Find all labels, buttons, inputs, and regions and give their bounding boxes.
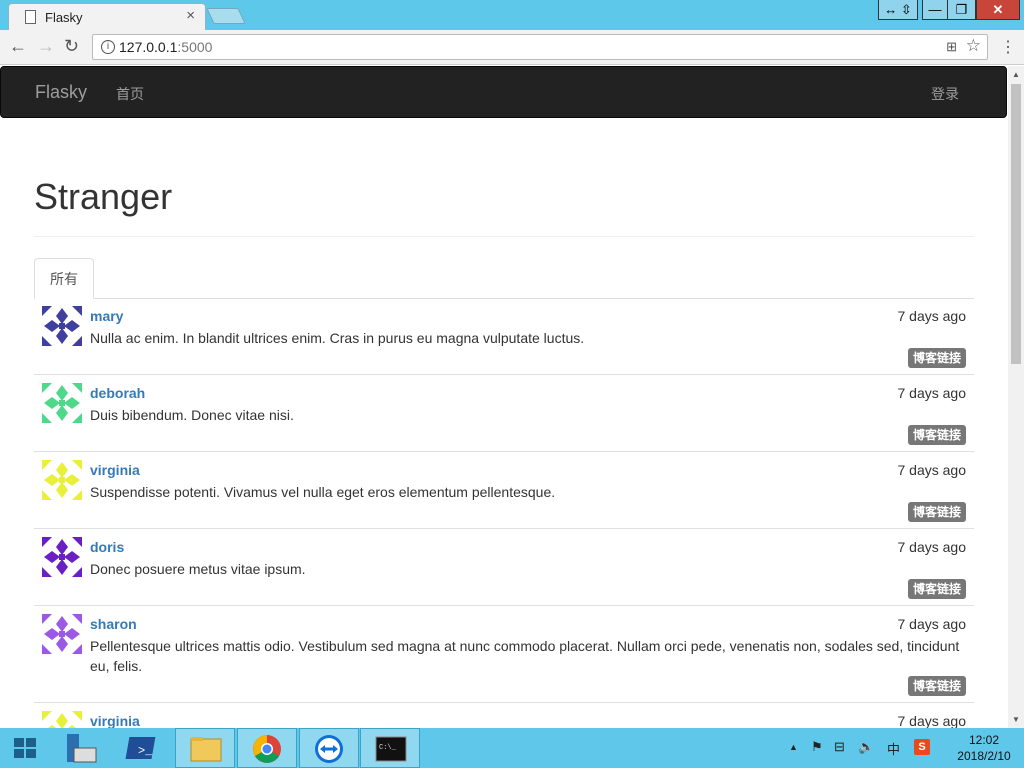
post-item: mary 7 days ago Nulla ac enim. In blandit … bbox=[34, 298, 974, 375]
start-button[interactable] bbox=[0, 728, 50, 768]
volume-icon[interactable]: 🔈 bbox=[858, 739, 874, 755]
teamviewer-icon[interactable] bbox=[299, 728, 359, 768]
post-item: doris 7 days ago Donec posuere metus vitae… bbox=[34, 529, 974, 606]
avatar[interactable] bbox=[42, 460, 82, 500]
forward-arrow-icon[interactable]: → bbox=[37, 36, 55, 57]
minimize-button[interactable]: — bbox=[922, 0, 948, 20]
page-scrollbar[interactable]: ▲ ▼ bbox=[1008, 66, 1024, 728]
back-arrow-icon[interactable]: ← bbox=[9, 36, 27, 57]
post-body: Pellentesque ultrices mattis odio. Vesti… bbox=[90, 638, 960, 674]
clock-date: 2018/2/10 bbox=[957, 749, 1011, 763]
new-tab-button[interactable] bbox=[206, 8, 246, 24]
command-prompt-icon[interactable]: C:\_ bbox=[360, 728, 420, 768]
system-clock[interactable]: 12:02 2018/2/10 bbox=[944, 732, 1024, 764]
network-icon[interactable]: ⊟ bbox=[834, 739, 845, 755]
url-text[interactable]: 127.0.0.1:5000 bbox=[119, 39, 212, 55]
translate-icon[interactable]: ⊞ bbox=[946, 39, 957, 55]
svg-text:>_: >_ bbox=[138, 744, 153, 758]
post-item: sharon 7 days ago Pellentesque ultrices ma… bbox=[34, 606, 974, 703]
close-window-button[interactable]: ✕ bbox=[976, 0, 1020, 20]
sogou-ime-icon[interactable]: S bbox=[914, 739, 930, 755]
post-body: Duis bibendum. Donec vitae nisi. bbox=[90, 407, 294, 423]
ime-indicator[interactable]: 中 bbox=[887, 739, 900, 758]
post-date: 7 days ago bbox=[897, 462, 967, 478]
avatar[interactable] bbox=[42, 614, 82, 654]
page-title: Stranger bbox=[34, 176, 173, 217]
post-link-badge[interactable]: 博客链接 bbox=[907, 579, 966, 599]
windows-logo-icon bbox=[14, 738, 36, 758]
info-icon[interactable]: i bbox=[101, 40, 115, 54]
avatar[interactable] bbox=[42, 711, 82, 728]
post-item: virginia 7 days ago bbox=[34, 703, 974, 728]
page-icon bbox=[25, 10, 36, 24]
avatar[interactable] bbox=[42, 306, 82, 346]
post-author-link[interactable]: virginia bbox=[90, 462, 140, 478]
server-manager-icon[interactable] bbox=[52, 728, 112, 768]
browser-toolbar: ← → ↻ i 127.0.0.1:5000 ⊞ ☆ ⋮ bbox=[0, 30, 1024, 65]
post-author-link[interactable]: doris bbox=[90, 539, 124, 555]
post-body: Nulla ac enim. In blandit ultrices enim.… bbox=[90, 330, 585, 346]
post-link-badge[interactable]: 博客链接 bbox=[907, 348, 966, 368]
post-date: 7 days ago bbox=[897, 308, 967, 324]
page-viewport: Flasky 首页 登录 Stranger 所有 mary 7 days ago N… bbox=[0, 66, 1008, 728]
post-author-link[interactable]: mary bbox=[90, 308, 123, 324]
tab-close-icon[interactable]: × bbox=[186, 7, 195, 24]
tab-title: Flasky bbox=[45, 10, 83, 25]
window-title-bar: Flasky × ↔ ⇳ — ❐ ✕ bbox=[0, 0, 1024, 30]
post-author-link[interactable]: sharon bbox=[90, 616, 137, 632]
browser-menu-icon[interactable]: ⋮ bbox=[1000, 37, 1016, 57]
maximize-button[interactable]: ❐ bbox=[948, 0, 976, 20]
svg-text:C:\_: C:\_ bbox=[379, 744, 397, 752]
post-link-badge[interactable]: 博客链接 bbox=[907, 676, 966, 696]
post-date: 7 days ago bbox=[897, 616, 967, 632]
post-date: 7 days ago bbox=[897, 539, 967, 555]
nav-home-link[interactable]: 首页 bbox=[116, 84, 144, 104]
clock-time: 12:02 bbox=[968, 733, 1000, 747]
action-center-flag-icon[interactable]: ⚑ bbox=[811, 739, 823, 755]
post-link-badge[interactable]: 博客链接 bbox=[907, 502, 966, 522]
post-author-link[interactable]: virginia bbox=[90, 713, 140, 728]
scrollbar-thumb[interactable] bbox=[1011, 84, 1021, 364]
tab-all[interactable]: 所有 bbox=[34, 258, 94, 299]
avatar[interactable] bbox=[42, 383, 82, 423]
url-port: :5000 bbox=[177, 39, 213, 55]
post-body: Suspendisse potenti. Vivamus vel nulla e… bbox=[90, 484, 556, 500]
post-author-link[interactable]: deborah bbox=[90, 385, 145, 401]
reload-icon[interactable]: ↻ bbox=[64, 36, 79, 57]
site-navbar: Flasky 首页 登录 bbox=[0, 66, 1007, 118]
powershell-icon[interactable]: >_ bbox=[114, 728, 174, 768]
post-date: 7 days ago bbox=[897, 713, 967, 728]
tray-expand-icon[interactable]: ▲ bbox=[789, 742, 798, 752]
address-bar[interactable]: i 127.0.0.1:5000 ⊞ ☆ bbox=[92, 34, 988, 60]
file-explorer-icon[interactable] bbox=[175, 728, 235, 768]
brand-link[interactable]: Flasky bbox=[35, 82, 87, 103]
nav-login-link[interactable]: 登录 bbox=[931, 84, 959, 104]
scroll-down-icon[interactable]: ▼ bbox=[1012, 715, 1020, 724]
post-item: virginia 7 days ago Suspendisse potenti. V… bbox=[34, 452, 974, 529]
avatar[interactable] bbox=[42, 537, 82, 577]
post-body: Donec posuere metus vitae ipsum. bbox=[90, 561, 306, 577]
window-extra-buttons[interactable]: ↔ ⇳ bbox=[878, 0, 918, 20]
url-host: 127.0.0.1 bbox=[119, 39, 178, 55]
chrome-icon[interactable] bbox=[237, 728, 297, 768]
post-link-badge[interactable]: 博客链接 bbox=[907, 425, 966, 445]
taskbar: >_ C:\_ ▲ ⚑ ⊟ 🔈 中 S 12:02 2018/2/10 bbox=[0, 728, 1024, 768]
browser-tab[interactable]: Flasky × bbox=[8, 3, 206, 30]
bookmark-star-icon[interactable]: ☆ bbox=[966, 36, 981, 56]
post-date: 7 days ago bbox=[897, 385, 967, 401]
scroll-up-icon[interactable]: ▲ bbox=[1012, 70, 1020, 79]
post-item: deborah 7 days ago Duis bibendum. Donec vi… bbox=[34, 375, 974, 452]
header-divider bbox=[34, 236, 974, 237]
